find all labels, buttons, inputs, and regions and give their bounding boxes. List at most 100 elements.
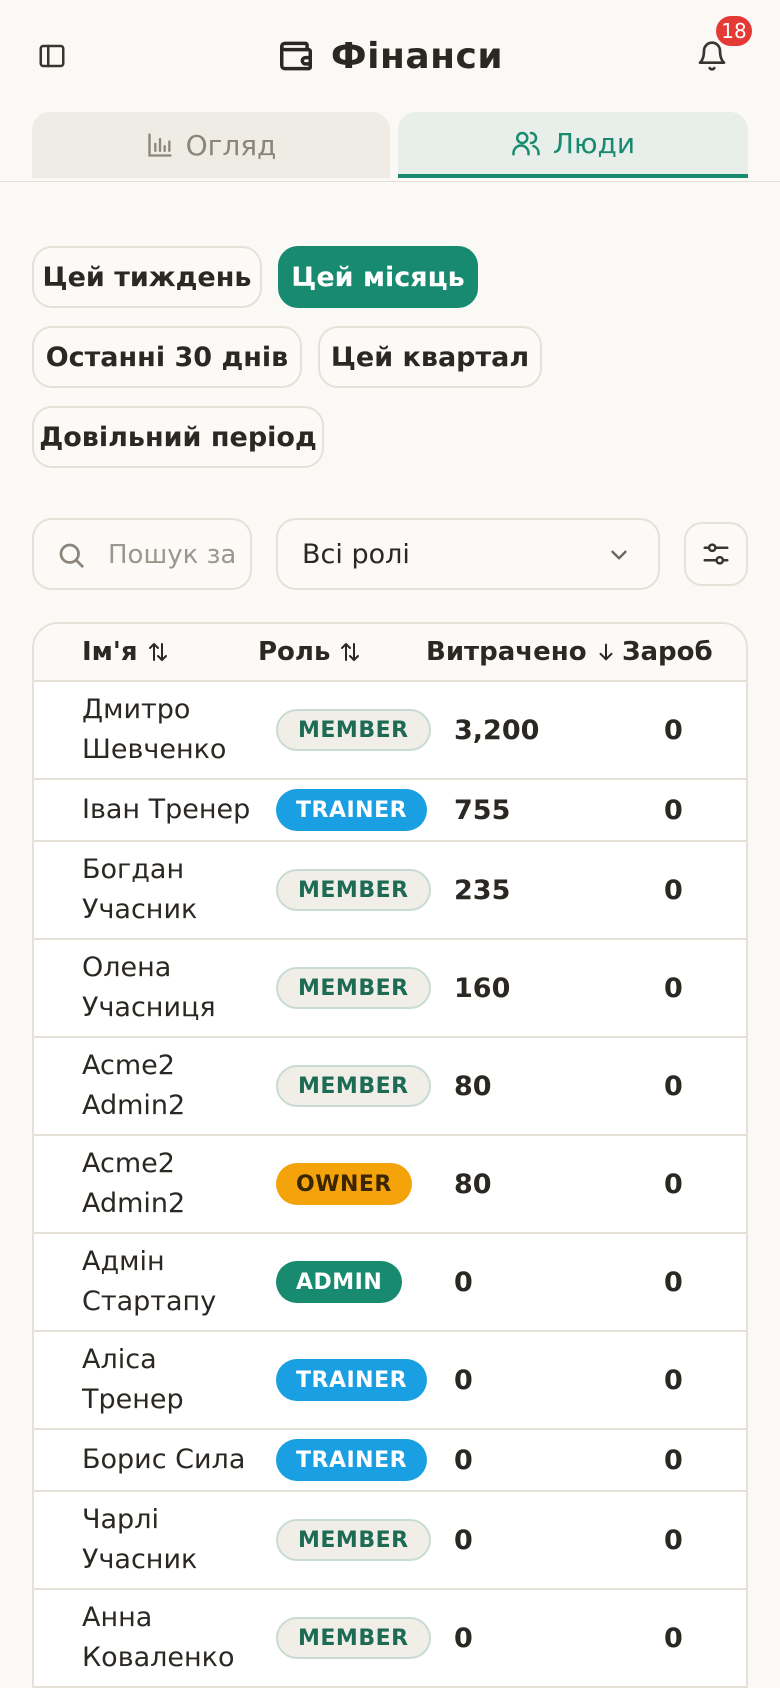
table-row[interactable]: Іван Тренер TRAINER 755 0 xyxy=(34,780,746,842)
page-title: Фінанси xyxy=(330,35,504,77)
cell-role: TRAINER xyxy=(276,1332,428,1428)
tab-people[interactable]: Люди xyxy=(398,112,748,178)
cell-spent: 160 xyxy=(454,972,511,1004)
column-header-spent[interactable]: Витрачено xyxy=(426,624,617,680)
cell-role: MEMBER xyxy=(276,1492,431,1588)
period-this-month[interactable]: Цей місяць xyxy=(278,246,478,308)
cell-earned: 0 xyxy=(664,1364,683,1396)
cell-earned: 0 xyxy=(664,972,683,1004)
bell-icon xyxy=(698,41,726,71)
column-role-label: Роль xyxy=(258,637,331,667)
cell-earned: 0 xyxy=(664,1168,683,1200)
sliders-icon xyxy=(703,543,729,565)
cell-earned: 0 xyxy=(664,794,683,826)
users-icon xyxy=(512,131,540,156)
table-row[interactable]: Богдан Учасник MEMBER 235 0 xyxy=(34,842,746,940)
cell-earned: 0 xyxy=(664,1266,683,1298)
bar-chart-icon xyxy=(147,133,172,157)
cell-spent: 0 xyxy=(454,1444,473,1476)
cell-role: TRAINER xyxy=(276,1430,428,1490)
cell-spent: 0 xyxy=(454,1622,473,1654)
column-earned-label: Зароб xyxy=(622,637,713,667)
tab-overview[interactable]: Огляд xyxy=(32,112,390,178)
chevron-down-icon xyxy=(611,550,627,560)
cell-role: MEMBER xyxy=(276,940,431,1036)
search-field[interactable] xyxy=(32,518,252,590)
cell-spent: 80 xyxy=(454,1168,492,1200)
cell-spent: 235 xyxy=(454,874,511,906)
cell-role: MEMBER xyxy=(276,682,431,778)
cell-name: Іван Тренер xyxy=(82,794,251,825)
cell-role: MEMBER xyxy=(276,1590,431,1686)
role-badge: MEMBER xyxy=(276,869,431,911)
cell-name: Acme2 Admin2 xyxy=(82,1050,186,1121)
cell-name: Олена Учасниця xyxy=(82,952,216,1023)
notification-count-badge: 18 xyxy=(716,16,752,46)
cell-spent: 0 xyxy=(454,1524,473,1556)
cell-name: Чарлі Учасник xyxy=(82,1504,198,1575)
cell-spent: 0 xyxy=(454,1266,473,1298)
cell-spent: 0 xyxy=(454,1364,473,1396)
table-row[interactable]: Acme2 Admin2 MEMBER 80 0 xyxy=(34,1038,746,1136)
cell-earned: 0 xyxy=(664,1622,683,1654)
search-input[interactable] xyxy=(106,520,250,588)
table-row[interactable]: Acme2 Admin2 OWNER 80 0 xyxy=(34,1136,746,1234)
column-spent-label: Витрачено xyxy=(426,637,587,667)
cell-role: MEMBER xyxy=(276,1038,431,1134)
cell-earned: 0 xyxy=(664,714,683,746)
period-this-week[interactable]: Цей тиждень xyxy=(32,246,262,308)
period-custom[interactable]: Довільний період xyxy=(32,406,324,468)
role-badge: MEMBER xyxy=(276,967,431,1009)
role-badge: MEMBER xyxy=(276,1617,431,1659)
role-badge: MEMBER xyxy=(276,709,431,751)
role-badge: TRAINER xyxy=(276,789,428,831)
table-row[interactable]: Аліса Тренер TRAINER 0 0 xyxy=(34,1332,746,1430)
brand: Фінанси xyxy=(0,30,780,82)
table-row[interactable]: Дмитро Шевченко MEMBER 3,200 0 xyxy=(34,682,746,780)
cell-spent: 755 xyxy=(454,794,511,826)
cell-role: ADMIN xyxy=(276,1234,403,1330)
cell-name: Богдан Учасник xyxy=(82,854,198,925)
table-row[interactable]: Олена Учасниця MEMBER 160 0 xyxy=(34,940,746,1038)
cell-earned: 0 xyxy=(664,1070,683,1102)
cell-name: Борис Сила xyxy=(82,1444,246,1475)
cell-role: TRAINER xyxy=(276,780,428,840)
advanced-filters-button[interactable] xyxy=(684,522,748,586)
cell-name: Аліса Тренер xyxy=(82,1344,184,1415)
table-header: Ім'я Роль Витрачено Зароб xyxy=(34,624,746,682)
tab-people-label: Люди xyxy=(552,126,636,160)
search-icon xyxy=(59,543,84,568)
cell-name: Acme2 Admin2 xyxy=(82,1148,186,1219)
role-select-value: Всі ролі xyxy=(302,538,410,570)
sort-icon xyxy=(341,643,360,661)
tab-bar: Огляд Люди xyxy=(0,112,780,182)
role-badge: TRAINER xyxy=(276,1359,428,1401)
column-header-name[interactable]: Ім'я xyxy=(82,624,170,680)
table-row[interactable]: Адмін Стартапу ADMIN 0 0 xyxy=(34,1234,746,1332)
cell-spent: 3,200 xyxy=(454,714,540,746)
cell-earned: 0 xyxy=(664,874,683,906)
column-header-role[interactable]: Роль xyxy=(258,624,362,680)
period-this-quarter[interactable]: Цей квартал xyxy=(318,326,542,388)
role-badge: MEMBER xyxy=(276,1065,431,1107)
people-table: Ім'я Роль Витрачено Зароб Дмитро Шевченк… xyxy=(32,622,748,1688)
sort-icon xyxy=(148,643,167,661)
table-row[interactable]: Чарлі Учасник MEMBER 0 0 xyxy=(34,1492,746,1590)
wallet-icon xyxy=(279,41,312,71)
column-name-label: Ім'я xyxy=(82,637,138,667)
cell-name: Дмитро Шевченко xyxy=(82,694,227,765)
column-header-earned[interactable]: Зароб xyxy=(622,624,713,680)
app-header: Фінанси 18 xyxy=(0,0,780,112)
table-row[interactable]: Борис Сила TRAINER 0 0 xyxy=(34,1430,746,1492)
period-last-30-days[interactable]: Останні 30 днів xyxy=(32,326,302,388)
role-badge: ADMIN xyxy=(276,1261,403,1303)
cell-earned: 0 xyxy=(664,1444,683,1476)
tab-overview-label: Огляд xyxy=(185,128,277,162)
role-select[interactable]: Всі ролі xyxy=(276,518,660,590)
table-row[interactable]: Анна Коваленко MEMBER 0 0 xyxy=(34,1590,746,1688)
cell-name: Адмін Стартапу xyxy=(82,1246,217,1317)
cell-name: Анна Коваленко xyxy=(82,1602,235,1673)
cell-role: OWNER xyxy=(276,1136,412,1232)
cell-earned: 0 xyxy=(664,1524,683,1556)
role-badge: MEMBER xyxy=(276,1519,431,1561)
